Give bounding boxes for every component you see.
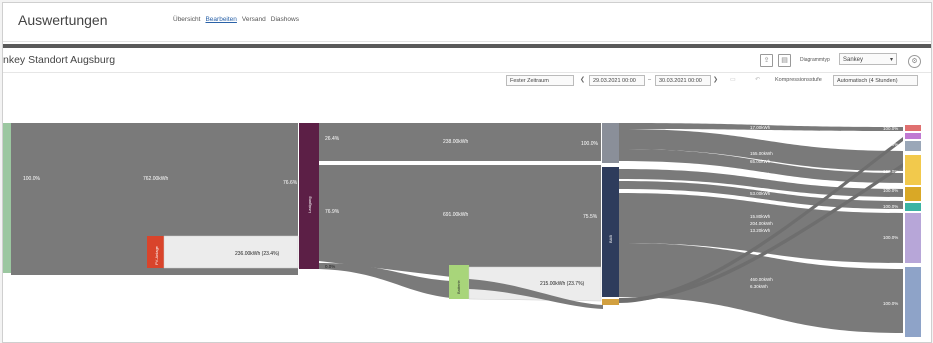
top-navigation-bar: Auswertungen Übersicht Bearbeiten Versan… bbox=[3, 3, 931, 42]
sankey-svg: 100.0% 762.00kWh 76.6% PV-Anlage 236.00k… bbox=[3, 123, 921, 337]
label-pct-76b: 76.9% bbox=[325, 209, 340, 215]
out-pct-7: 100.0% bbox=[883, 301, 898, 306]
out-node-2[interactable] bbox=[905, 133, 921, 139]
label-r-155: 155.00kWh bbox=[750, 151, 773, 156]
out-pct-3: 100.0% bbox=[883, 169, 898, 174]
node-main-purple[interactable] bbox=[299, 123, 319, 269]
label-flow-mid-top: 238.00kWh bbox=[443, 139, 469, 145]
label-pct-75: 75.5% bbox=[583, 214, 598, 220]
out-pct-6: 100.0% bbox=[883, 235, 898, 240]
settings-gear-icon[interactable]: ⚙ bbox=[908, 55, 921, 68]
nav-item-edit[interactable]: Bearbeiten bbox=[205, 16, 236, 23]
export-icon[interactable]: ▤ bbox=[778, 54, 791, 67]
out-node-4[interactable] bbox=[905, 155, 921, 185]
node-bab-label: BAB bbox=[608, 235, 613, 243]
chart-title-bar: nkey Standort Augsburg ⇪ ▤ Diagrammtyp S… bbox=[3, 48, 931, 73]
out-pct-2: 100.0% bbox=[883, 142, 898, 147]
next-period-chevron-icon[interactable]: ❯ bbox=[713, 76, 718, 83]
diagram-type-select[interactable]: Sankey bbox=[839, 53, 897, 66]
filter-bar: Fester Zeitraum ❮ 29.03.2021 00:00 – 30.… bbox=[3, 73, 931, 89]
out-node-7[interactable] bbox=[905, 213, 921, 263]
toolbar-icons: ⇪ ▤ bbox=[760, 54, 791, 67]
node-main-label: Lastgang bbox=[307, 197, 312, 213]
label-r-154: 15.80kWh bbox=[750, 214, 771, 219]
node-small-orange[interactable] bbox=[602, 299, 619, 305]
nav-item-slideshows[interactable]: Diashows bbox=[271, 16, 299, 23]
label-r-63: 6.30kWh bbox=[750, 284, 768, 289]
label-left-100: 100.0% bbox=[23, 176, 41, 182]
label-pv-flow: 236.00kWh (23.4%) bbox=[235, 251, 280, 257]
node-upper-grey[interactable] bbox=[602, 123, 619, 163]
out-node-6[interactable] bbox=[905, 203, 921, 211]
chart-title: nkey Standort Augsburg bbox=[3, 54, 116, 66]
out-node-3[interactable] bbox=[905, 141, 921, 151]
back-arrow-icon[interactable]: ↶ bbox=[755, 76, 760, 83]
sankey-chart: 100.0% 762.00kWh 76.6% PV-Anlage 236.00k… bbox=[3, 93, 931, 342]
label-pct-76: 76.6% bbox=[283, 180, 298, 186]
label-pct-26: 26.4% bbox=[325, 136, 340, 142]
app-title: Auswertungen bbox=[18, 12, 108, 28]
label-pct-100-a: 100.0% bbox=[581, 141, 599, 147]
app-frame: Auswertungen Übersicht Bearbeiten Versan… bbox=[2, 2, 932, 343]
label-flow-mid-main: 691.00kWh bbox=[443, 212, 469, 218]
label-pct-0: 0.0% bbox=[325, 264, 335, 269]
node-bab[interactable] bbox=[602, 167, 619, 297]
date-range-dash: – bbox=[648, 77, 652, 83]
period-select[interactable]: Fester Zeitraum bbox=[506, 75, 574, 86]
reload-icon[interactable]: ▭ bbox=[730, 76, 736, 83]
diagram-type-label: Diagrammtyp bbox=[800, 57, 830, 63]
main-nav: Übersicht Bearbeiten Versand Diashows bbox=[173, 16, 299, 23]
compression-label: Kompressionsstufe bbox=[775, 77, 822, 83]
label-r-17: 17.00kWh bbox=[750, 125, 771, 130]
label-r-65: 65.00kWh bbox=[750, 159, 771, 164]
compression-select[interactable]: Automatisch (4 Stunden) bbox=[833, 75, 918, 86]
out-pct-1: 100.0% bbox=[883, 126, 898, 131]
node-pv-label: PV-Anlage bbox=[154, 245, 159, 265]
out-node-5[interactable] bbox=[905, 187, 921, 201]
label-r-132: 13.20kWh bbox=[750, 228, 771, 233]
nav-item-overview[interactable]: Übersicht bbox=[173, 16, 200, 23]
prev-period-chevron-icon[interactable]: ❮ bbox=[580, 76, 585, 83]
out-pct-5: 100.0% bbox=[883, 204, 898, 209]
label-r-87: 87.00kWh bbox=[750, 172, 771, 177]
label-r-204: 204.00kWh bbox=[750, 221, 773, 226]
node-battery-label: Batterie bbox=[456, 279, 461, 294]
label-grid-flow: 762.00kWh bbox=[143, 176, 169, 182]
date-to-input[interactable]: 30.03.2021 00:00 bbox=[655, 75, 711, 86]
out-node-8[interactable] bbox=[905, 267, 921, 337]
nav-item-dispatch[interactable]: Versand bbox=[242, 16, 266, 23]
left-source-edge bbox=[3, 123, 11, 273]
label-r-460: 460.00kWh bbox=[750, 277, 773, 282]
share-icon[interactable]: ⇪ bbox=[760, 54, 773, 67]
label-r-53: 53.00kWh bbox=[750, 191, 771, 196]
out-pct-4: 100.0% bbox=[883, 188, 898, 193]
date-from-input[interactable]: 29.03.2021 00:00 bbox=[589, 75, 645, 86]
out-node-1[interactable] bbox=[905, 125, 921, 131]
label-batt-flow: 215.00kWh (23.7%) bbox=[540, 281, 585, 287]
